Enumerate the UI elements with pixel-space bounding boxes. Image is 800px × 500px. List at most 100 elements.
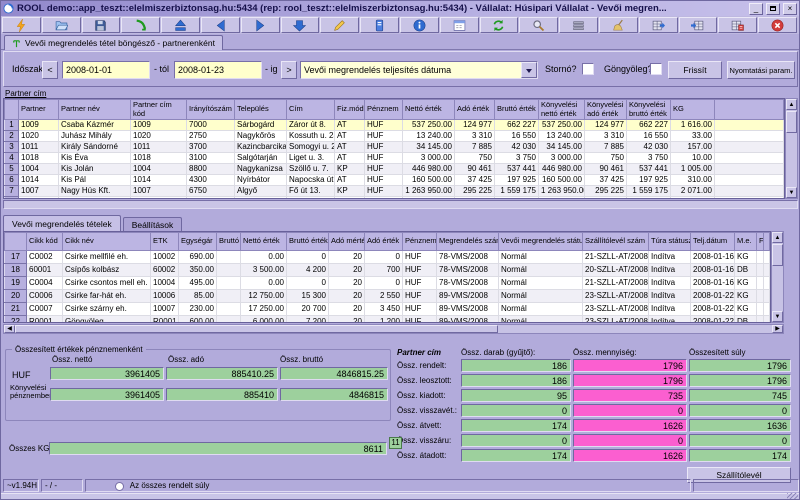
column-header[interactable]: Pénznem (403, 233, 437, 251)
row-number[interactable]: 20 (5, 290, 27, 303)
next-period-button[interactable]: > (281, 61, 297, 79)
combo-arrow-button[interactable] (521, 62, 537, 78)
column-header[interactable]: Cím (287, 100, 335, 120)
scroll-down-button[interactable]: ▼ (786, 187, 797, 198)
gongyoleg-checkbox[interactable] (650, 63, 662, 75)
partner-row[interactable]: 11009Csaba Kázmér10097000SárbogárdZáror … (5, 120, 784, 131)
report-button[interactable] (718, 17, 757, 33)
document-button[interactable] (360, 17, 399, 33)
calendar-button[interactable] (440, 17, 479, 33)
date-from-input[interactable] (62, 61, 150, 79)
partner-row[interactable]: 61014Kis Pál10144300NyírbátorNapocska út… (5, 175, 784, 186)
scroll-thumb[interactable] (786, 111, 797, 133)
column-header[interactable]: Könyvelési adó érték (585, 100, 627, 120)
open-folder-button[interactable] (42, 17, 81, 33)
partner-row[interactable]: 51004Kis Jolán10048800NagykanizsaSzöllő … (5, 164, 784, 175)
tab-vevoi-megrendeles-bongeszo[interactable]: Vevői megrendelés tétel böngésző - partn… (4, 35, 223, 50)
partner-row[interactable]: 41018Kis Éva10183100SalgótarjánLiget u. … (5, 153, 784, 164)
edit-button[interactable] (320, 17, 359, 33)
column-header[interactable]: M.e. (735, 233, 757, 251)
tab-vevoi-megrendeles-tetelek[interactable]: Vevői megrendelés tételek (3, 215, 121, 231)
connect-button[interactable] (121, 17, 160, 33)
partner-horizontal-scrollbar[interactable] (3, 200, 798, 209)
column-header[interactable]: Szállítólevél szám (583, 233, 649, 251)
row-number[interactable]: 17 (5, 251, 27, 264)
row-number[interactable]: 19 (5, 277, 27, 290)
column-header[interactable]: KG (671, 100, 715, 120)
date-type-select[interactable]: Vevői megrendelés teljesítés dátuma (300, 61, 538, 79)
prev-period-button[interactable]: < (42, 61, 58, 79)
column-header[interactable]: Fiz.mód (335, 100, 365, 120)
column-header[interactable]: Irányítószám (187, 100, 235, 120)
row-number[interactable]: 3 (5, 142, 19, 153)
scroll-up-button[interactable]: ▲ (772, 232, 783, 243)
row-number[interactable]: 22 (5, 316, 27, 324)
eject-button[interactable] (161, 17, 200, 33)
row-number[interactable]: 2 (5, 131, 19, 142)
export-table-button[interactable] (639, 17, 678, 33)
column-header[interactable]: Partner cím kód (131, 100, 187, 120)
save-button[interactable] (82, 17, 121, 33)
import-table-button[interactable] (679, 17, 718, 33)
flash-button[interactable] (2, 17, 41, 33)
info-button[interactable] (400, 17, 439, 33)
item-row[interactable]: 22R0001GöngyölegR0001600.006 000.007 200… (5, 316, 770, 324)
row-number[interactable]: 6 (5, 175, 19, 186)
row-number[interactable]: 1 (5, 120, 19, 131)
partner-row[interactable]: 31011Király Sándorné10113700Kazincbarcik… (5, 142, 784, 153)
item-row[interactable]: 19C0004Csirke csontos mell eh.10004495.0… (5, 277, 770, 290)
storno-checkbox[interactable] (582, 63, 594, 75)
prev-record-button[interactable] (201, 17, 240, 33)
column-header[interactable]: Könyvelési bruttó érték (627, 100, 671, 120)
item-row[interactable]: 21C0007Csirke szárny eh.10007230.0017 25… (5, 303, 770, 316)
column-header[interactable]: Partner (19, 100, 59, 120)
next-record-button[interactable] (241, 17, 280, 33)
column-header[interactable]: Megrendelés szám (437, 233, 499, 251)
scroll-thumb[interactable] (772, 244, 783, 266)
column-header[interactable]: Partner név (59, 100, 131, 120)
column-header[interactable]: Bruttó érték (495, 100, 539, 120)
column-header[interactable]: Adó érték (365, 233, 403, 251)
partner-row[interactable]: 71007Nagy Hús Kft.10076750AlgyőFő út 13.… (5, 186, 784, 197)
partner-row[interactable]: 81002Nagy Nándor10026070IzsákSólyom u. 2… (5, 197, 784, 200)
frissit-button[interactable]: Frissít (668, 61, 722, 79)
column-header[interactable]: Könyvelési nettó érték (539, 100, 585, 120)
close-app-button[interactable] (758, 17, 797, 33)
scroll-down-button[interactable]: ▼ (772, 311, 783, 322)
last-record-button[interactable] (281, 17, 320, 33)
column-header[interactable]: Bruttó (217, 233, 241, 251)
column-header[interactable]: Vevői megrendelés státusz (499, 233, 583, 251)
scroll-thumb[interactable] (15, 325, 498, 333)
column-header[interactable]: Adó érték (455, 100, 495, 120)
column-header[interactable]: Nettó érték (241, 233, 287, 251)
resize-grip[interactable] (787, 493, 798, 500)
minimize-button[interactable]: _ (749, 3, 763, 15)
scroll-up-button[interactable]: ▲ (786, 99, 797, 110)
column-header[interactable]: Telj.dátum (691, 233, 735, 251)
row-number[interactable]: 4 (5, 153, 19, 164)
rows-button[interactable] (559, 17, 598, 33)
restore-button[interactable] (766, 3, 780, 15)
close-button[interactable]: × (783, 3, 797, 15)
item-row[interactable]: 1860001Csípős kolbász60002350.003 500.00… (5, 264, 770, 277)
item-row[interactable]: 20C0006Csirke far-hát eh.1000685.0012 75… (5, 290, 770, 303)
column-header[interactable]: Pénznem (365, 100, 403, 120)
search-button[interactable] (519, 17, 558, 33)
column-header[interactable]: Cikk kód (27, 233, 63, 251)
refresh-button[interactable] (480, 17, 519, 33)
row-number[interactable]: 7 (5, 186, 19, 197)
scroll-right-button[interactable]: ▶ (772, 325, 783, 333)
nyomtatasi-param-button[interactable]: Nyomtatási param. (727, 61, 795, 79)
column-header[interactable]: Bruttó érték (287, 233, 329, 251)
column-header[interactable]: Nettó érték (403, 100, 455, 120)
column-header[interactable]: Túra státusz (649, 233, 691, 251)
row-number[interactable]: 18 (5, 264, 27, 277)
tab-beallitasok[interactable]: Beállítások (123, 217, 183, 231)
column-header[interactable]: ETK (151, 233, 179, 251)
column-header[interactable]: Egységár (179, 233, 217, 251)
column-header[interactable]: Település (235, 100, 287, 120)
scroll-left-button[interactable]: ◀ (4, 325, 15, 333)
column-header[interactable]: Cikk név (63, 233, 151, 251)
row-number[interactable]: 5 (5, 164, 19, 175)
osszes-rendelt-suly-radio[interactable] (115, 482, 124, 491)
